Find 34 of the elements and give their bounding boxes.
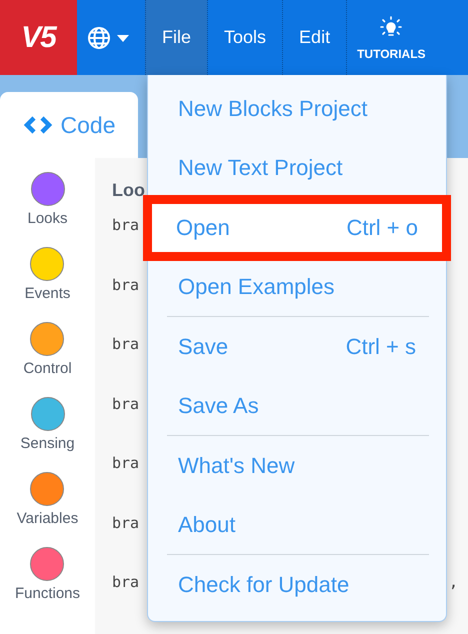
category-label[interactable]: Control (23, 360, 72, 377)
category-label[interactable]: Events (24, 285, 70, 302)
logo[interactable]: V5 (0, 0, 77, 75)
code-line: bra (112, 394, 140, 414)
code-line: bra (112, 335, 140, 355)
code-tab[interactable]: Code (0, 92, 138, 158)
menu-item[interactable]: Check for Update (148, 555, 446, 614)
category-label[interactable]: Variables (16, 510, 78, 527)
menu-item[interactable]: New Text Project (148, 138, 446, 198)
menu-tab[interactable]: File (145, 0, 208, 75)
category-dot[interactable] (30, 472, 64, 506)
category-dot[interactable] (30, 322, 64, 356)
code-line: bra (112, 454, 140, 474)
category-dot[interactable] (30, 247, 64, 281)
code-line: bra (112, 573, 140, 593)
code-line: bra (112, 216, 140, 236)
category-dot[interactable] (30, 172, 64, 206)
code-icon (22, 115, 52, 135)
category-label[interactable]: Looks (27, 210, 68, 227)
menu-item[interactable]: Save As (148, 376, 446, 436)
menu-item[interactable]: Open Ctrl + o (146, 198, 448, 258)
menu-item[interactable]: Save Ctrl + s (148, 317, 446, 376)
code-text: , (448, 573, 458, 593)
category-dot[interactable] (30, 547, 64, 581)
menu-item[interactable]: Open Examples (148, 258, 446, 317)
category-label[interactable]: Sensing (20, 435, 75, 452)
code-heading: Loo (112, 180, 146, 202)
menu-item[interactable]: What's New (148, 436, 446, 496)
code-line: bra (112, 276, 140, 296)
menu-item[interactable]: New Blocks Project (148, 79, 446, 138)
menu-item[interactable]: About (148, 496, 446, 555)
category-dot[interactable] (30, 397, 64, 431)
category-label[interactable]: Functions (14, 585, 80, 602)
code-line: bra (112, 514, 140, 534)
